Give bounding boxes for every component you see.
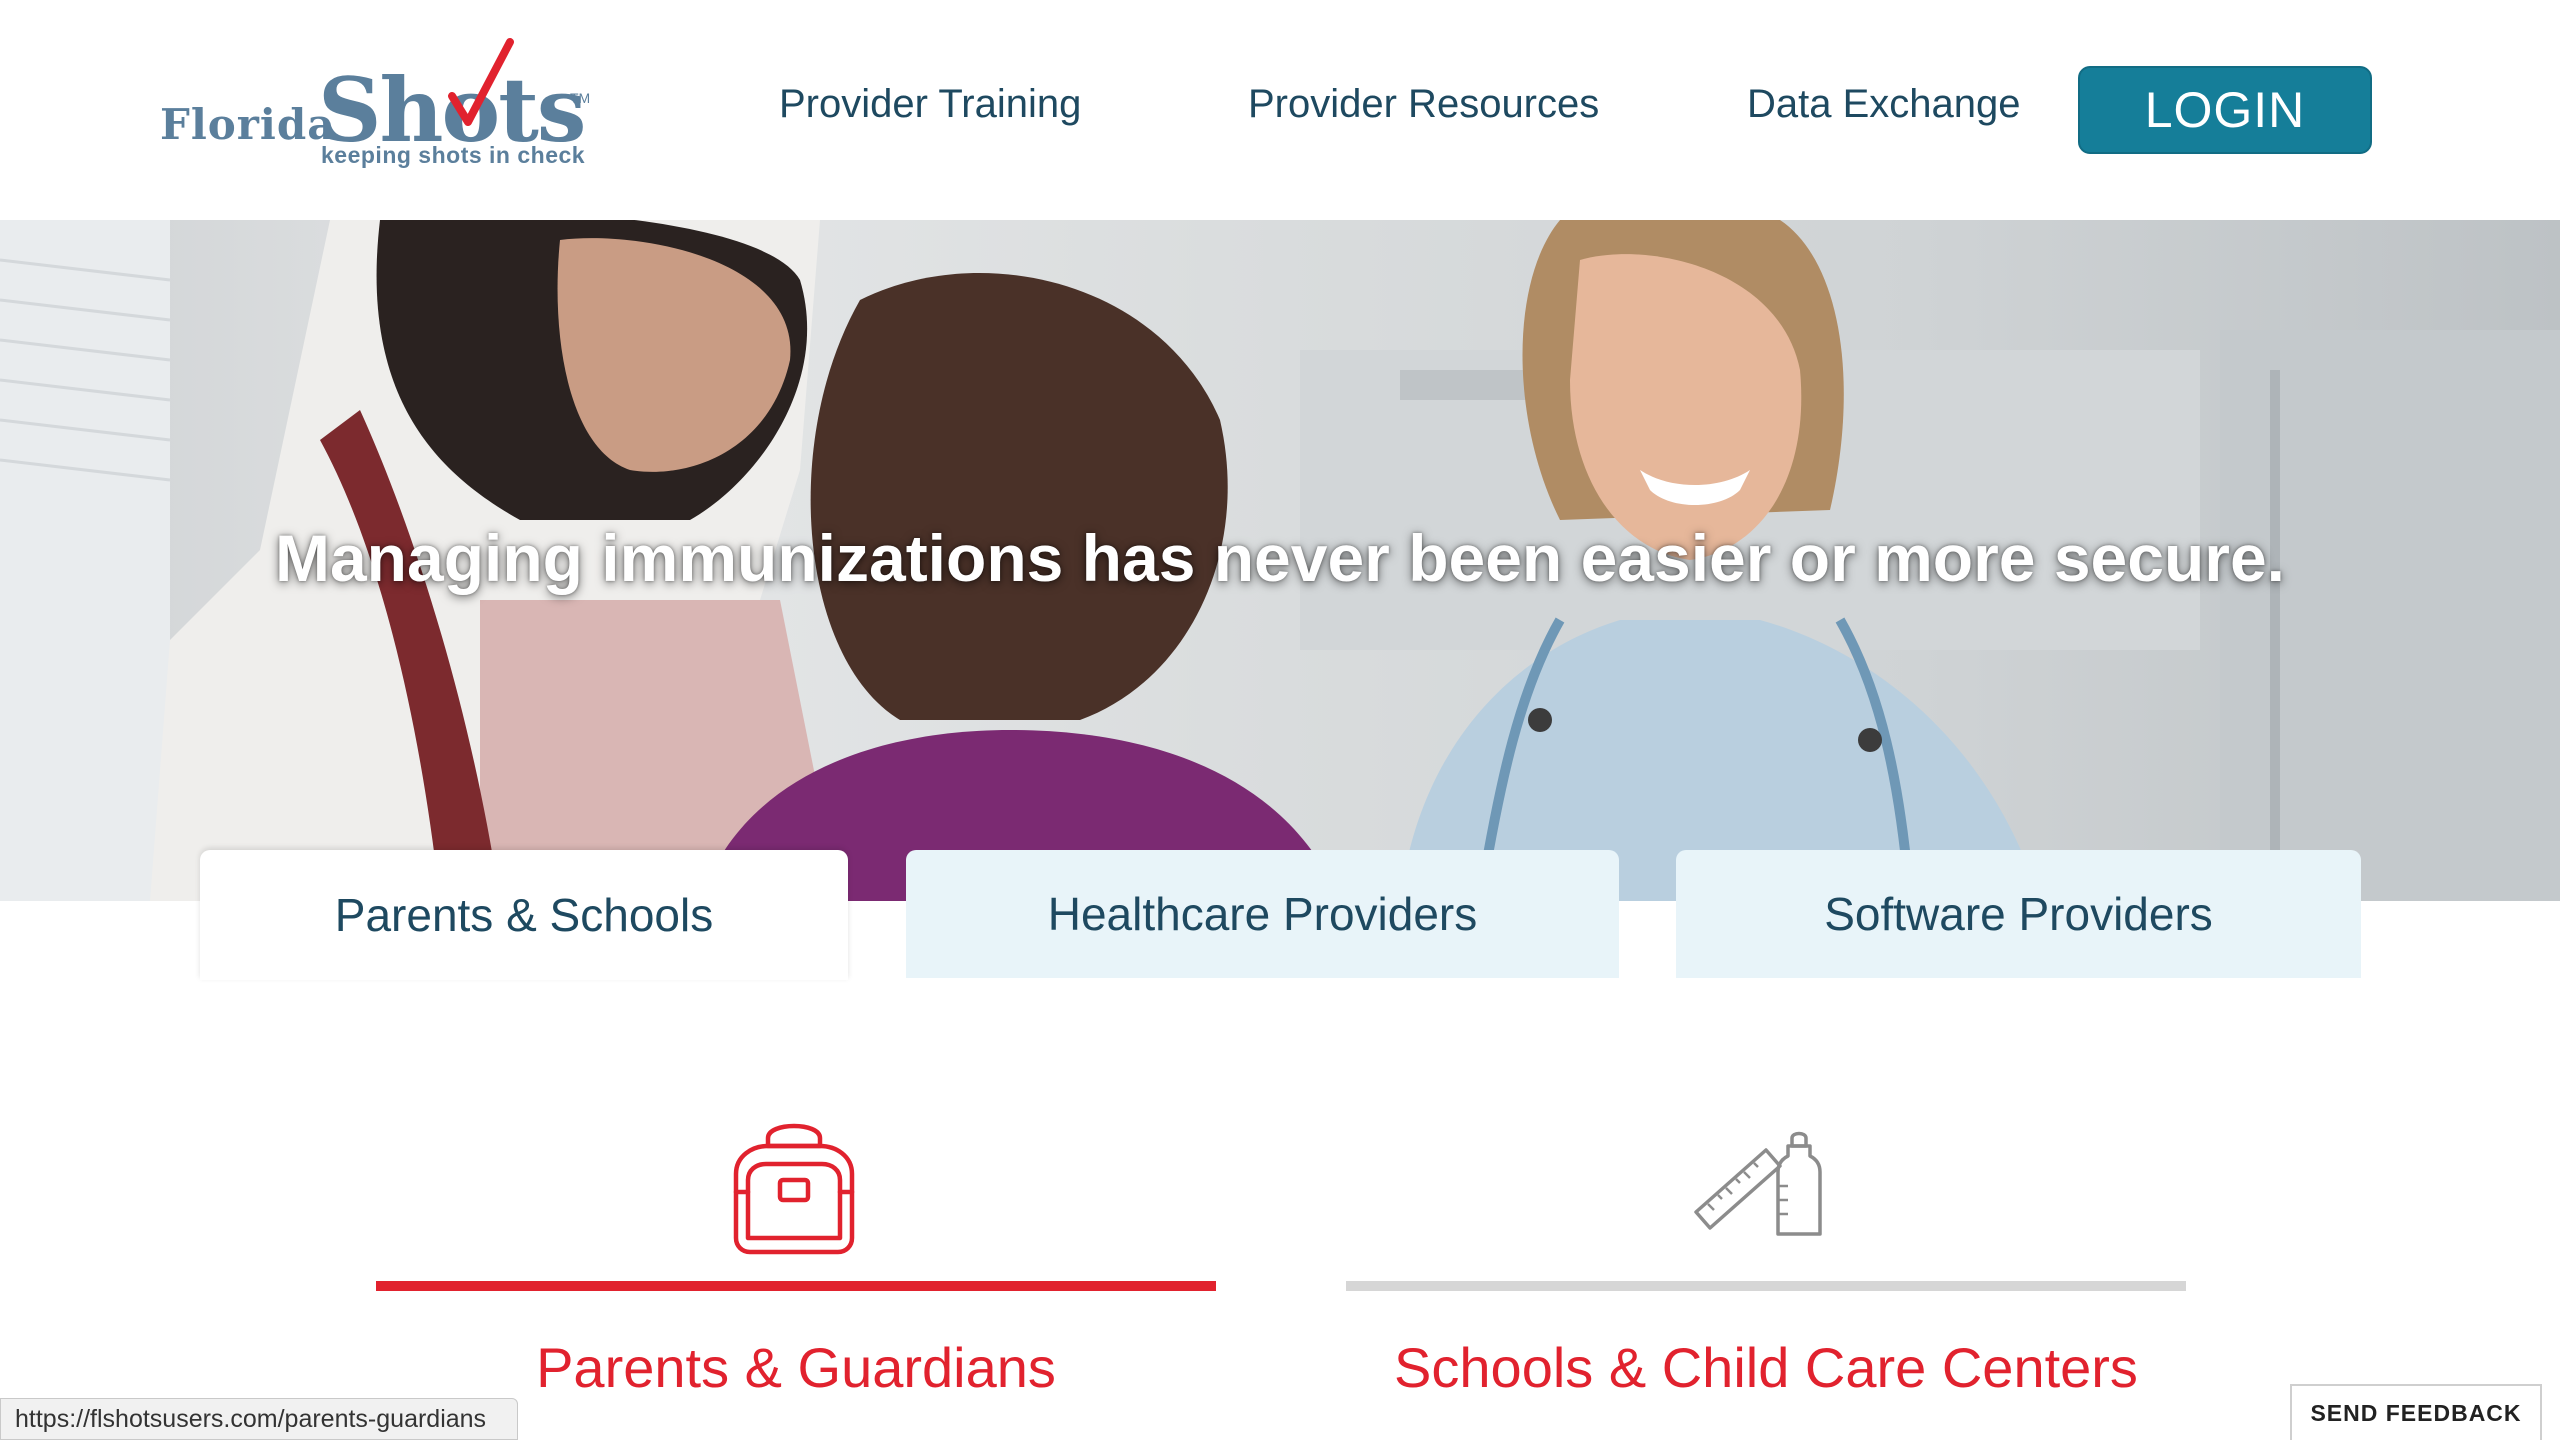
nav-provider-training[interactable]: Provider Training <box>779 82 1081 127</box>
florida-shots-logo[interactable]: Florida Shots TM keeping shots in check <box>158 38 598 173</box>
hero-headline: Managing immunizations has never been ea… <box>274 521 2285 595</box>
nav-provider-resources[interactable]: Provider Resources <box>1248 82 1599 127</box>
ruler-bottle-icon[interactable] <box>1692 1130 1832 1240</box>
backpack-icon[interactable] <box>722 1116 866 1256</box>
site-header: Florida Shots TM keeping shots in check … <box>0 0 2560 220</box>
tab-healthcare-providers[interactable]: Healthcare Providers <box>906 850 1619 978</box>
login-button[interactable]: LOGIN <box>2078 66 2372 154</box>
category-underline-selected <box>376 1281 1216 1291</box>
status-bar-url: https://flshotsusers.com/parents-guardia… <box>0 1398 518 1440</box>
nav-data-exchange[interactable]: Data Exchange <box>1747 82 2021 127</box>
tab-parents-schools[interactable]: Parents & Schools <box>200 850 848 980</box>
category-underline <box>1346 1281 2186 1291</box>
send-feedback-button[interactable]: SEND FEEDBACK <box>2290 1384 2542 1440</box>
hero-banner: Managing immunizations has never been ea… <box>0 220 2560 901</box>
tab-software-providers[interactable]: Software Providers <box>1676 850 2361 978</box>
logo-tagline: keeping shots in check <box>321 142 586 168</box>
checkmark-icon <box>448 38 514 126</box>
category-parents-guardians[interactable]: Parents & Guardians <box>376 1335 1216 1400</box>
logo-word-florida: Florida <box>160 100 336 149</box>
logo-trademark: TM <box>570 90 591 106</box>
category-schools-child-care[interactable]: Schools & Child Care Centers <box>1346 1335 2186 1400</box>
